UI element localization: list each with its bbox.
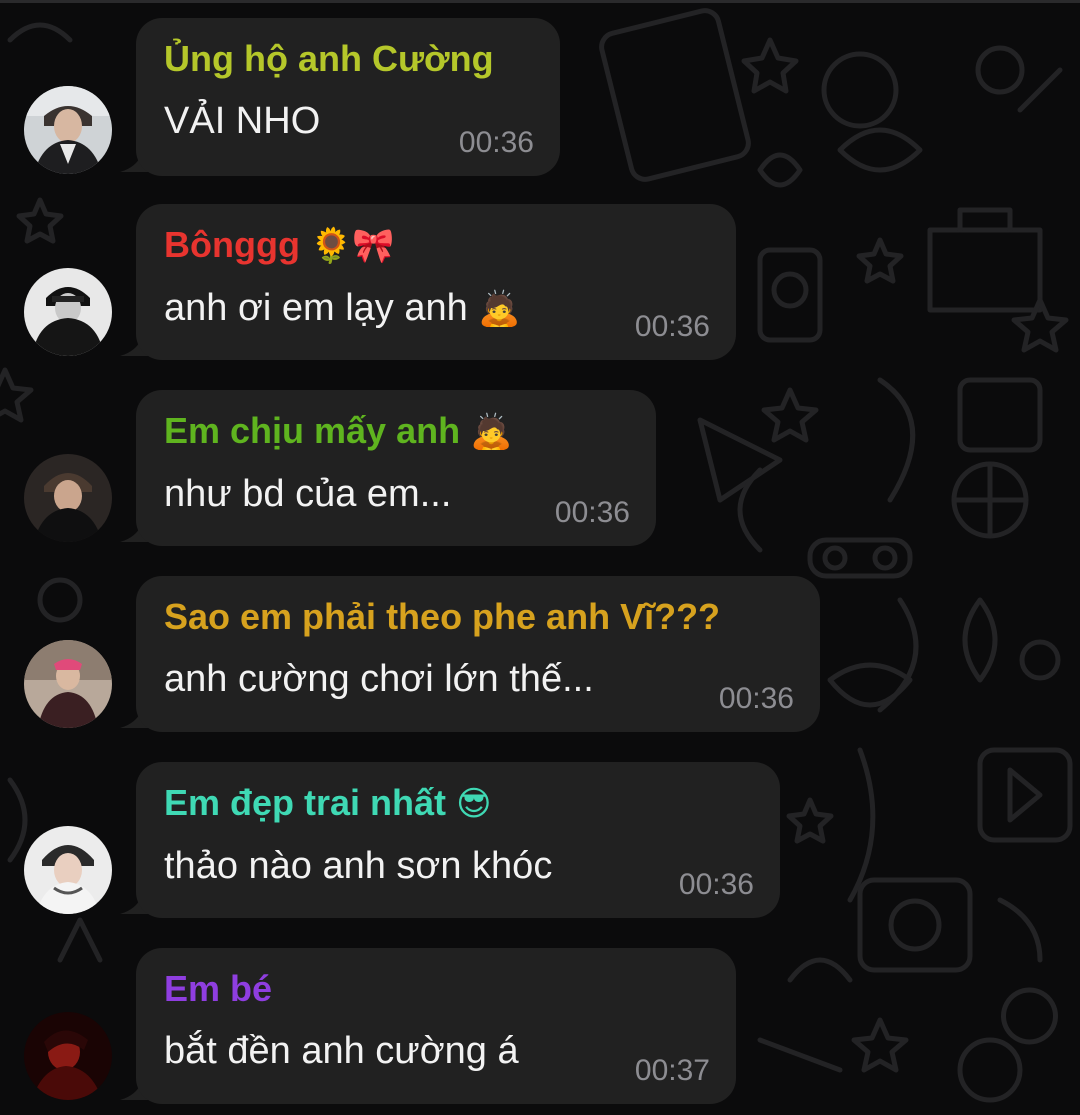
- sunflower-bow-emoji-icon: 🌻🎀: [309, 226, 395, 266]
- top-divider: [0, 0, 1080, 3]
- message-bubble[interactable]: Bônggg 🌻🎀 anh ơi em lạy anh 🙇 00:36: [136, 204, 736, 360]
- sender-name-text: Em đẹp trai nhất: [164, 782, 447, 823]
- sender-name[interactable]: Bônggg 🌻🎀: [164, 222, 708, 269]
- message-timestamp: 00:36: [458, 126, 534, 159]
- message-bubble[interactable]: Ủng hộ anh Cường VẢI NHO 00:36: [136, 18, 560, 176]
- bowing-person-emoji-icon: 🙇: [478, 289, 521, 329]
- message-timestamp: 00:36: [678, 868, 754, 901]
- sender-name[interactable]: Em bé: [164, 966, 708, 1012]
- sender-name-text: Bônggg: [164, 224, 300, 265]
- message-text-content: bắt đền anh cường á: [164, 1030, 519, 1072]
- sender-name[interactable]: Ủng hộ anh Cường: [164, 36, 532, 82]
- avatar[interactable]: [24, 640, 112, 728]
- sender-name-text: Sao em phải theo phe anh Vĩ???: [164, 596, 721, 637]
- sender-name[interactable]: Em đẹp trai nhất 😎: [164, 780, 752, 827]
- avatar[interactable]: [24, 1012, 112, 1100]
- message-timestamp: 00:37: [634, 1054, 710, 1087]
- message-timestamp: 00:36: [634, 310, 710, 343]
- avatar[interactable]: [24, 826, 112, 914]
- message-item[interactable]: Em đẹp trai nhất 😎 thảo nào anh sơn khóc…: [0, 762, 1080, 918]
- bowing-person-emoji-icon: 🙇: [470, 412, 513, 452]
- chat-view[interactable]: Ủng hộ anh Cường VẢI NHO 00:36 Bônggg 🌻🎀: [0, 0, 1080, 1115]
- message-item[interactable]: Em chịu mấy anh 🙇 như bd của em... 00:36: [0, 390, 1080, 546]
- sender-name[interactable]: Sao em phải theo phe anh Vĩ???: [164, 594, 792, 640]
- message-bubble[interactable]: Sao em phải theo phe anh Vĩ??? anh cường…: [136, 576, 820, 732]
- sender-name-text: Em chịu mấy anh: [164, 410, 461, 451]
- message-item[interactable]: Ủng hộ anh Cường VẢI NHO 00:36: [0, 18, 1080, 176]
- message-text: anh ơi em lạy anh 🙇: [164, 283, 708, 334]
- message-text: thảo nào anh sơn khóc: [164, 841, 752, 891]
- message-bubble[interactable]: Em bé bắt đền anh cường á 00:37: [136, 948, 736, 1104]
- avatar[interactable]: [24, 268, 112, 356]
- message-item[interactable]: Bônggg 🌻🎀 anh ơi em lạy anh 🙇 00:36: [0, 204, 1080, 360]
- message-item[interactable]: Em bé bắt đền anh cường á 00:37: [0, 948, 1080, 1104]
- message-text: anh cường chơi lớn thế...: [164, 654, 792, 704]
- message-text-content: VẢI NHO: [164, 100, 321, 142]
- message-bubble[interactable]: Em đẹp trai nhất 😎 thảo nào anh sơn khóc…: [136, 762, 780, 918]
- message-timestamp: 00:36: [554, 496, 630, 529]
- message-text-content: anh ơi em lạy anh: [164, 287, 468, 329]
- sender-name-text: Ủng hộ anh Cường: [164, 38, 494, 79]
- message-text: bắt đền anh cường á: [164, 1026, 708, 1076]
- message-text-content: anh cường chơi lớn thế...: [164, 658, 594, 700]
- message-item[interactable]: Sao em phải theo phe anh Vĩ??? anh cường…: [0, 576, 1080, 732]
- message-text-content: như bd của em...: [164, 473, 452, 515]
- message-timestamp: 00:36: [718, 682, 794, 715]
- message-text-content: thảo nào anh sơn khóc: [164, 845, 553, 887]
- avatar[interactable]: [24, 454, 112, 542]
- avatar[interactable]: [24, 86, 112, 174]
- message-bubble[interactable]: Em chịu mấy anh 🙇 như bd của em... 00:36: [136, 390, 656, 546]
- sender-name-text: Em bé: [164, 968, 273, 1009]
- sender-name[interactable]: Em chịu mấy anh 🙇: [164, 408, 628, 455]
- sunglasses-emoji-icon: 😎: [456, 784, 492, 824]
